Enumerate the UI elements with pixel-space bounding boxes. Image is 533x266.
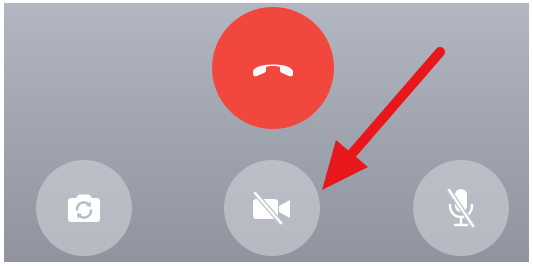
video-off-icon	[252, 191, 290, 225]
flip-camera-button[interactable]	[36, 160, 132, 256]
camera-flip-icon	[68, 194, 100, 222]
end-call-button[interactable]	[212, 7, 334, 129]
call-screen	[4, 3, 529, 262]
video-toggle-button[interactable]	[224, 160, 320, 256]
mic-toggle-button[interactable]	[413, 160, 509, 256]
mic-off-icon	[446, 187, 476, 229]
phone-hangup-icon	[253, 64, 293, 77]
